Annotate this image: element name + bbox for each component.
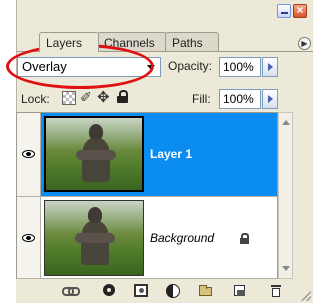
fill-slider-button[interactable] <box>262 89 278 109</box>
scroll-up-icon[interactable] <box>282 120 290 125</box>
layer-row[interactable]: Background <box>17 197 277 279</box>
lock-label: Lock: <box>21 92 50 106</box>
layer-thumbnail <box>44 200 144 276</box>
eye-icon <box>22 234 35 242</box>
visibility-toggle[interactable] <box>17 197 41 278</box>
tab-paths[interactable]: Paths <box>165 32 219 52</box>
eye-icon <box>22 150 35 158</box>
delete-layer-icon[interactable] <box>270 284 284 297</box>
opacity-label: Opacity: <box>168 59 213 73</box>
scrollbar[interactable] <box>278 112 293 279</box>
link-layers-icon[interactable] <box>62 284 80 297</box>
lock-icon <box>240 233 249 244</box>
add-mask-icon[interactable] <box>134 284 148 297</box>
opacity-input[interactable]: 100% <box>219 57 261 77</box>
layer-name: Background <box>150 231 215 245</box>
adjustment-layer-icon[interactable] <box>166 284 180 298</box>
close-button[interactable]: × <box>293 3 307 18</box>
lock-transparency-icon[interactable] <box>62 91 76 105</box>
layer-name: Layer 1 <box>150 147 193 161</box>
panel-menu-button[interactable]: ▶ <box>298 37 311 50</box>
opacity-slider-button[interactable] <box>262 57 278 77</box>
layer-row[interactable]: Layer 1 <box>17 113 277 197</box>
lock-move-icon[interactable]: ✥ <box>97 88 110 106</box>
new-layer-icon[interactable] <box>233 284 247 297</box>
minimize-button[interactable] <box>277 4 291 18</box>
layer-style-icon[interactable] <box>102 284 116 297</box>
lock-paint-icon[interactable]: ✐ <box>80 89 92 106</box>
scroll-down-icon[interactable] <box>282 266 290 271</box>
layers-list: Layer 1 Background <box>16 112 278 279</box>
fill-input[interactable]: 100% <box>219 89 261 109</box>
lock-all-icon[interactable] <box>117 90 128 103</box>
new-group-icon[interactable] <box>199 284 213 297</box>
bottom-toolbar <box>16 279 313 303</box>
layer-thumbnail <box>44 116 144 192</box>
fill-label: Fill: <box>192 92 211 106</box>
close-icon: × <box>296 3 304 17</box>
tab-layers[interactable]: Layers <box>39 32 99 52</box>
resize-grip[interactable] <box>301 291 311 301</box>
visibility-toggle[interactable] <box>17 113 41 196</box>
